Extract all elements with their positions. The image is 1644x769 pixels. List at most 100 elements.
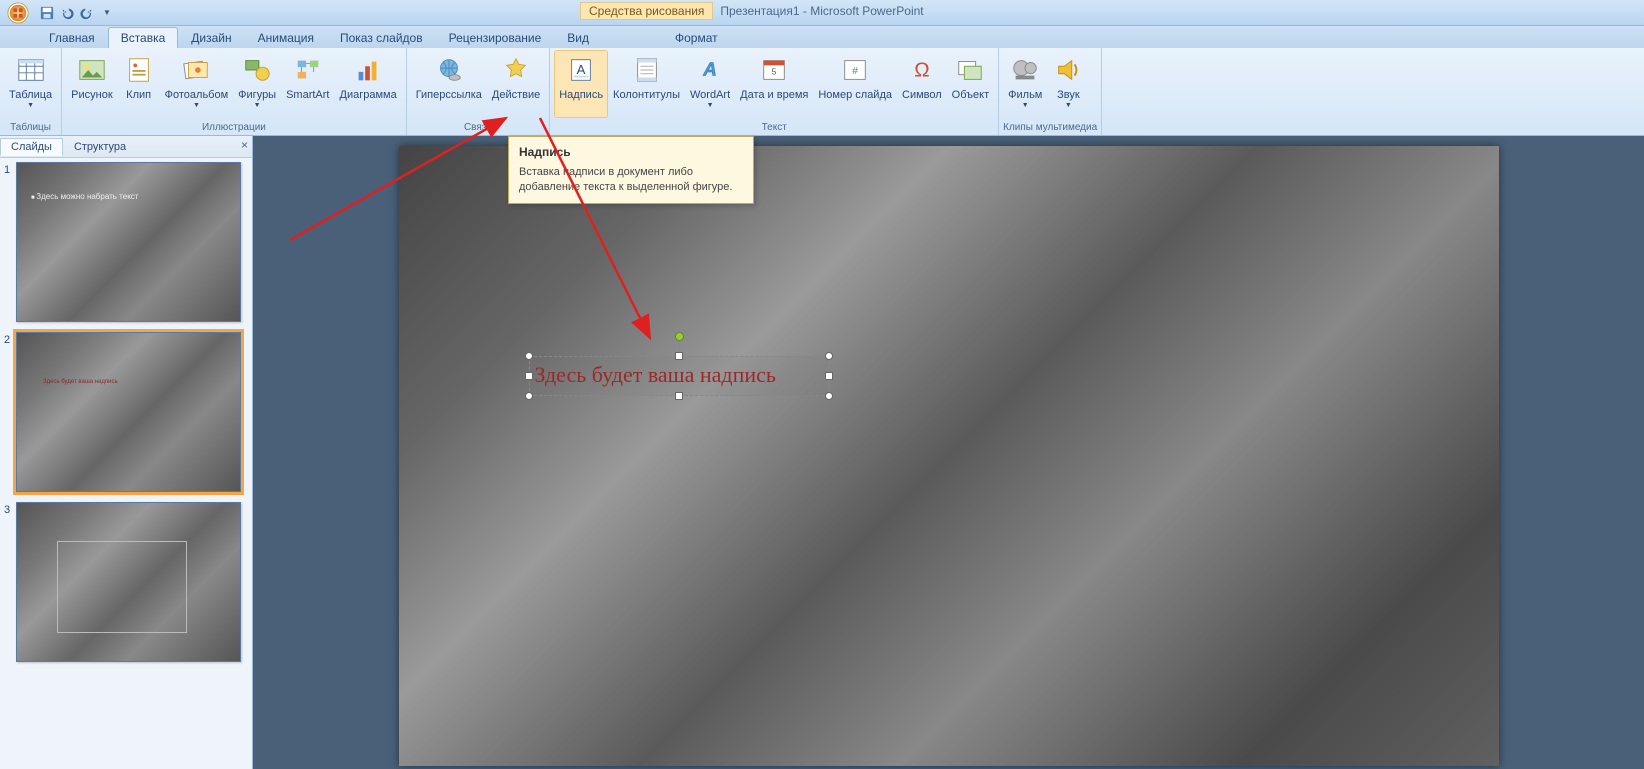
wordart-icon: A: [695, 53, 725, 87]
group-illustrations: Рисунок Клип Фотоальбом▼ Фигуры▼ SmartAr…: [62, 48, 407, 135]
sound-button[interactable]: Звук▼: [1047, 50, 1089, 118]
office-button[interactable]: [2, 0, 34, 26]
datetime-button[interactable]: 5 Дата и время: [735, 50, 813, 118]
slide-thumbnails: 1 ■ Здесь можно набрать текст 2 Здесь бу…: [0, 158, 252, 769]
group-tables: Таблица▼ Таблицы: [0, 48, 62, 135]
window-title: Презентация1 - Microsoft PowerPoint: [720, 4, 923, 18]
resize-handle[interactable]: [825, 352, 833, 360]
thumb-number: 3: [4, 502, 16, 662]
action-button[interactable]: Действие: [487, 50, 545, 118]
movie-icon: [1010, 53, 1040, 87]
rotate-handle[interactable]: [675, 332, 684, 341]
ribbon: Таблица▼ Таблицы Рисунок Клип Фотоальбом…: [0, 48, 1644, 136]
slide-thumbnail-3[interactable]: [16, 502, 241, 662]
group-links: Гиперссылка Действие Связи: [407, 48, 551, 135]
movie-button[interactable]: Фильм▼: [1003, 50, 1047, 118]
table-icon: [16, 53, 46, 87]
slide-number-icon: #: [840, 53, 870, 87]
shapes-button[interactable]: Фигуры▼: [233, 50, 281, 118]
qat-redo-button[interactable]: [78, 4, 96, 22]
chart-button[interactable]: Диаграмма: [335, 50, 402, 118]
thumbnail-row: 3: [4, 502, 248, 662]
tab-home[interactable]: Главная: [36, 27, 108, 48]
app-name: Microsoft PowerPoint: [810, 4, 923, 18]
thumb-1-text: ■ Здесь можно набрать текст: [31, 193, 138, 202]
smartart-button[interactable]: SmartArt: [281, 50, 334, 118]
svg-text:A: A: [702, 59, 717, 80]
chart-icon: [353, 53, 383, 87]
table-button[interactable]: Таблица▼: [4, 50, 57, 118]
slide-panel: Слайды Структура × 1 ■ Здесь можно набра…: [0, 136, 253, 769]
slide-thumbnail-1[interactable]: ■ Здесь можно набрать текст: [16, 162, 241, 322]
wordart-button[interactable]: A WordArt▼: [685, 50, 735, 118]
slide-canvas[interactable]: Здесь будет ваша надпись: [399, 146, 1499, 766]
tab-format[interactable]: Формат: [662, 27, 731, 48]
thumb-2-text: Здесь будет ваша надпись: [43, 379, 118, 385]
selected-textbox[interactable]: Здесь будет ваша надпись: [529, 356, 829, 396]
shapes-icon: [242, 53, 272, 87]
photo-album-button[interactable]: Фотоальбом▼: [160, 50, 234, 118]
thumb-number: 1: [4, 162, 16, 322]
thumb-number: 2: [4, 332, 16, 492]
textbox-button[interactable]: A Надпись: [554, 50, 608, 118]
qat-undo-button[interactable]: [58, 4, 76, 22]
textbox-icon: A: [566, 53, 596, 87]
clip-button[interactable]: Клип: [118, 50, 160, 118]
resize-handle[interactable]: [825, 392, 833, 400]
contextual-tab-label: Средства рисования: [580, 2, 713, 20]
tab-insert[interactable]: Вставка: [108, 27, 179, 48]
workspace: Слайды Структура × 1 ■ Здесь можно набра…: [0, 136, 1644, 769]
textbox-text[interactable]: Здесь будет ваша надпись: [535, 362, 776, 388]
object-icon: [955, 53, 985, 87]
photo-album-icon: [181, 53, 211, 87]
symbol-button[interactable]: Ω Символ: [897, 50, 947, 118]
panel-close-button[interactable]: ×: [241, 138, 248, 152]
resize-handle[interactable]: [675, 352, 683, 360]
document-name: Презентация1: [720, 4, 799, 18]
svg-text:#: #: [852, 66, 858, 77]
picture-icon: [77, 53, 107, 87]
datetime-icon: 5: [759, 53, 789, 87]
tooltip: Надпись Вставка надписи в документ либо …: [508, 136, 754, 204]
tab-design[interactable]: Дизайн: [178, 27, 244, 48]
tooltip-title: Надпись: [519, 145, 743, 159]
tab-review[interactable]: Рецензирование: [436, 27, 555, 48]
tab-view[interactable]: Вид: [554, 27, 602, 48]
object-button[interactable]: Объект: [947, 50, 994, 118]
group-media: Фильм▼ Звук▼ Клипы мультимедиа: [999, 48, 1102, 135]
picture-button[interactable]: Рисунок: [66, 50, 118, 118]
qat-save-button[interactable]: [38, 4, 56, 22]
hyperlink-icon: [434, 53, 464, 87]
ribbon-tabs: Главная Вставка Дизайн Анимация Показ сл…: [0, 26, 1644, 48]
tab-animations[interactable]: Анимация: [245, 27, 327, 48]
resize-handle[interactable]: [525, 392, 533, 400]
slide-thumbnail-2[interactable]: Здесь будет ваша надпись: [16, 332, 241, 492]
resize-handle[interactable]: [825, 372, 833, 380]
panel-tabs: Слайды Структура ×: [0, 136, 252, 158]
resize-handle[interactable]: [525, 352, 533, 360]
resize-handle[interactable]: [525, 372, 533, 380]
tooltip-body: Вставка надписи в документ либо добавлен…: [519, 165, 743, 195]
header-footer-icon: [632, 53, 662, 87]
thumbnail-row: 1 ■ Здесь можно набрать текст: [4, 162, 248, 322]
action-icon: [501, 53, 531, 87]
svg-text:Ω: Ω: [914, 59, 929, 82]
smartart-icon: [293, 53, 323, 87]
slide-number-button[interactable]: # Номер слайда: [813, 50, 897, 118]
svg-text:5: 5: [772, 67, 777, 77]
group-text: A Надпись Колонтитулы A WordArt▼ 5 Дата …: [550, 48, 999, 135]
quick-access-toolbar: ▼: [38, 4, 116, 22]
thumbnail-row: 2 Здесь будет ваша надпись: [4, 332, 248, 492]
header-footer-button[interactable]: Колонтитулы: [608, 50, 685, 118]
hyperlink-button[interactable]: Гиперссылка: [411, 50, 487, 118]
svg-text:A: A: [577, 62, 586, 77]
slide-stage-area: Здесь будет ваша надпись: [253, 136, 1644, 769]
panel-tab-slides[interactable]: Слайды: [0, 138, 63, 156]
resize-handle[interactable]: [675, 392, 683, 400]
tab-slideshow[interactable]: Показ слайдов: [327, 27, 436, 48]
panel-tab-outline[interactable]: Структура: [63, 138, 137, 156]
sound-icon: [1053, 53, 1083, 87]
symbol-icon: Ω: [907, 53, 937, 87]
qat-dropdown[interactable]: ▼: [98, 4, 116, 22]
title-bar: ▼ Средства рисования Презентация1 - Micr…: [0, 0, 1644, 26]
